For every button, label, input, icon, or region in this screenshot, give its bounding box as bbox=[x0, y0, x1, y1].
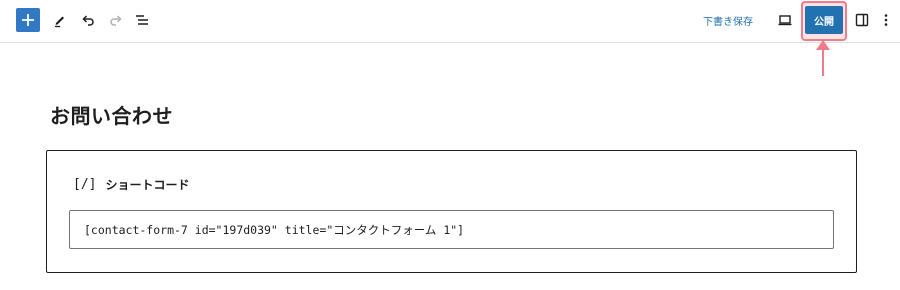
annotation-arrow-icon bbox=[816, 40, 830, 76]
tools-button[interactable] bbox=[48, 8, 72, 32]
shortcode-icon: [/] bbox=[73, 177, 97, 192]
redo-icon bbox=[110, 15, 122, 26]
options-button[interactable] bbox=[878, 8, 894, 32]
save-draft-button[interactable]: 下書き保存 bbox=[703, 12, 753, 28]
list-view-icon bbox=[136, 15, 148, 25]
undo-icon bbox=[82, 15, 94, 26]
block-label: [/] ショートコード bbox=[73, 176, 190, 193]
publish-button[interactable]: 公開 bbox=[805, 6, 843, 34]
desktop-preview-icon bbox=[778, 15, 792, 26]
page-title[interactable]: お問い合わせ bbox=[50, 100, 173, 129]
add-block-button[interactable] bbox=[16, 8, 40, 32]
settings-button[interactable] bbox=[850, 8, 874, 32]
block-label-text: ショートコード bbox=[105, 178, 190, 192]
undo-button[interactable] bbox=[76, 8, 100, 32]
pencil-icon bbox=[55, 16, 64, 28]
editor-toolbar: 下書き保存 公開 bbox=[0, 0, 900, 43]
sidebar-panel-icon bbox=[855, 13, 869, 27]
preview-button[interactable] bbox=[773, 8, 797, 32]
redo-button[interactable] bbox=[104, 8, 128, 32]
plus-icon bbox=[22, 14, 34, 26]
shortcode-input[interactable]: [contact-form-7 id="197d039" title="コンタク… bbox=[69, 210, 834, 249]
shortcode-block[interactable]: [/] ショートコード [contact-form-7 id="197d039"… bbox=[46, 150, 857, 273]
list-view-button[interactable] bbox=[130, 8, 154, 32]
vertical-ellipsis-icon bbox=[884, 14, 888, 26]
